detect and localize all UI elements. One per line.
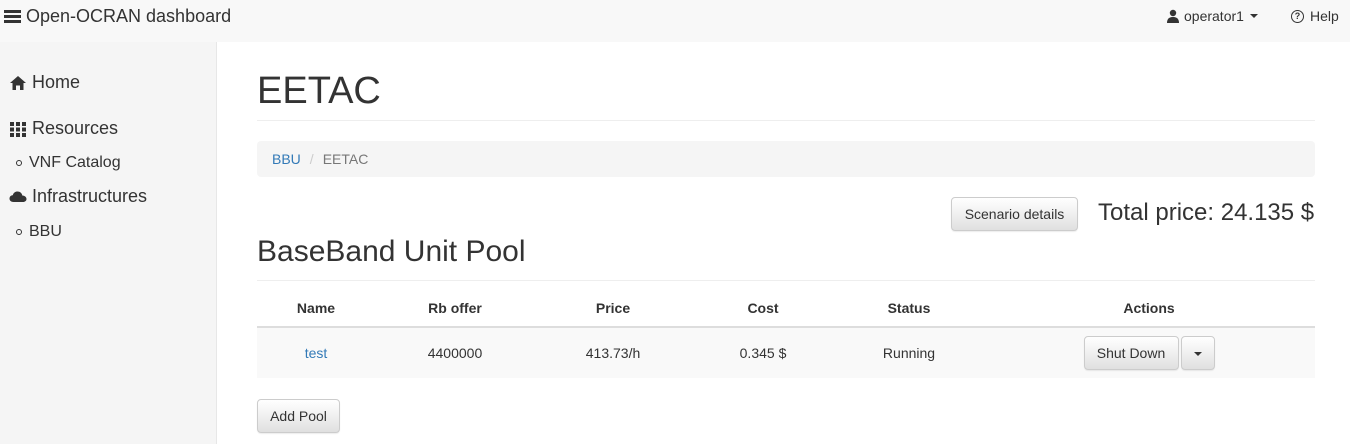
- home-icon: [10, 75, 26, 90]
- column-header-rb-offer: Rb offer: [375, 289, 535, 328]
- question-icon: ?: [1291, 9, 1304, 23]
- top-navbar: Open-OCRAN dashboard operator1 ? Help: [0, 0, 1350, 42]
- sidebar-item-label: VNF Catalog: [29, 154, 121, 171]
- actions-dropdown-toggle[interactable]: [1180, 336, 1215, 370]
- column-header-name: Name: [257, 289, 375, 328]
- cloud-icon: [9, 191, 27, 202]
- divider: [257, 120, 1315, 121]
- breadcrumb-separator: /: [309, 151, 314, 167]
- shut-down-button[interactable]: Shut Down: [1083, 336, 1179, 370]
- table-header-row: Name Rb offer Price Cost Status Actions: [257, 289, 1315, 328]
- sidebar-item-home[interactable]: Home: [9, 72, 80, 93]
- page-title: EETAC: [257, 70, 381, 112]
- pool-table: Name Rb offer Price Cost Status Actions …: [257, 289, 1315, 378]
- brand[interactable]: Open-OCRAN dashboard: [4, 6, 231, 27]
- column-header-actions: Actions: [983, 289, 1315, 328]
- cell-rb-offer: 4400000: [375, 327, 535, 378]
- add-pool-button[interactable]: Add Pool: [257, 399, 340, 433]
- section-title: BaseBand Unit Pool: [257, 235, 526, 268]
- sidebar-item-label: BBU: [29, 223, 62, 240]
- grid-icon: [10, 121, 26, 137]
- table-row: test 4400000 413.73/h 0.345 $ Running Sh…: [257, 327, 1315, 378]
- pool-name-link[interactable]: test: [305, 345, 328, 361]
- menu-bars-icon[interactable]: [4, 9, 21, 24]
- app-title[interactable]: Open-OCRAN dashboard: [26, 6, 231, 27]
- cell-cost: 0.345 $: [691, 327, 835, 378]
- sidebar-item-infrastructures[interactable]: Infrastructures: [9, 186, 147, 207]
- column-header-status: Status: [835, 289, 983, 328]
- cell-actions: Shut Down: [983, 327, 1315, 378]
- sidebar-item-label: Resources: [32, 118, 119, 138]
- sidebar-item-bbu[interactable]: BBU: [16, 223, 62, 241]
- divider: [257, 280, 1315, 281]
- help-link[interactable]: ? Help: [1291, 8, 1339, 24]
- chevron-down-icon: [1193, 352, 1202, 356]
- sidebar-item-label: Infrastructures: [32, 186, 148, 206]
- cell-price: 413.73/h: [535, 327, 691, 378]
- column-header-price: Price: [535, 289, 691, 328]
- sidebar: Home Resources VNF Catalog Infrastructur…: [0, 42, 217, 444]
- column-header-cost: Cost: [691, 289, 835, 328]
- user-menu[interactable]: operator1: [1166, 8, 1258, 24]
- breadcrumb: BBU / EETAC: [257, 141, 1315, 177]
- cell-name: test: [257, 327, 375, 378]
- breadcrumb-current: EETAC: [322, 151, 369, 167]
- circle-bullet-icon: [16, 160, 22, 166]
- user-icon: [1167, 9, 1179, 23]
- sidebar-item-vnf-catalog[interactable]: VNF Catalog: [16, 154, 121, 172]
- circle-bullet-icon: [16, 229, 22, 235]
- chevron-down-icon: [1249, 14, 1258, 18]
- sidebar-item-label: Home: [32, 72, 81, 92]
- scenario-details-button[interactable]: Scenario details: [951, 197, 1078, 231]
- breadcrumb-link-bbu[interactable]: BBU: [272, 151, 301, 167]
- total-price: Total price: 24.135 $: [1098, 199, 1315, 226]
- sidebar-item-resources[interactable]: Resources: [9, 118, 118, 139]
- username: operator1: [1184, 8, 1244, 24]
- cell-status: Running: [835, 327, 983, 378]
- help-label: Help: [1310, 8, 1339, 24]
